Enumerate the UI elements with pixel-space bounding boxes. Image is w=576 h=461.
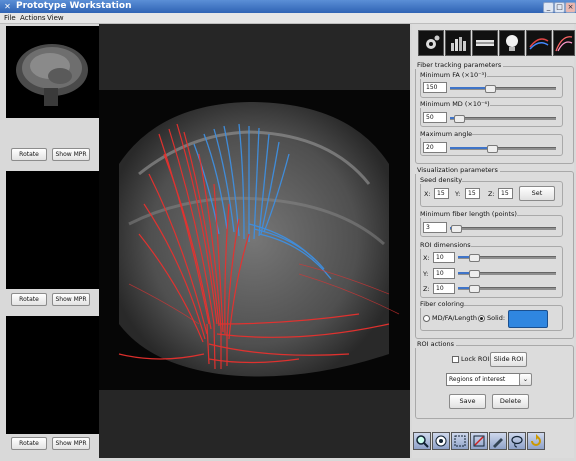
brain-fibers-icon[interactable] <box>553 30 575 56</box>
max-angle-label: Maximum angle <box>420 130 473 138</box>
delete-roi-button[interactable]: Delete <box>492 394 529 409</box>
roi-z-slider-fill <box>458 287 470 289</box>
color-md-fa-radio[interactable] <box>423 315 430 322</box>
seed-z-input[interactable]: 15 <box>498 188 513 199</box>
seed-z-label: Z: <box>488 190 495 198</box>
roi-z-input[interactable]: 10 <box>433 283 455 294</box>
set-seed-button[interactable]: Set <box>519 186 555 201</box>
rotate-button-1[interactable]: Rotate <box>11 148 47 161</box>
menu-view[interactable]: View <box>47 14 64 22</box>
max-angle-slider[interactable] <box>450 145 556 153</box>
maximize-button[interactable]: □ <box>554 2 565 13</box>
roi-z-slider-handle[interactable] <box>468 285 480 293</box>
thumbnail-view-2[interactable] <box>6 171 99 289</box>
max-angle-input[interactable]: 20 <box>423 142 447 153</box>
roi-y-input[interactable]: 10 <box>433 268 455 279</box>
slide-roi-button[interactable]: Slide ROI <box>490 352 527 367</box>
thumbnail-view-3[interactable] <box>6 316 99 434</box>
close-button[interactable]: × <box>565 2 576 13</box>
fiber-rendering <box>99 24 410 458</box>
color-md-fa-label: MD/FA/Length <box>432 314 478 322</box>
max-angle-slider-handle[interactable] <box>487 145 499 153</box>
rotate-button-3[interactable]: Rotate <box>11 437 47 450</box>
title-bar: ✕ Prototype Workstation _ □ × <box>0 0 576 13</box>
fiber-3d-viewer[interactable] <box>99 24 410 458</box>
min-md-slider-handle[interactable] <box>454 115 466 123</box>
min-fa-slider[interactable] <box>450 85 556 93</box>
roi-z-slider[interactable] <box>458 285 556 293</box>
seed-y-label: Y: <box>455 190 461 198</box>
roi-x-slider-handle[interactable] <box>468 254 480 262</box>
fiber-coloring-label: Fiber coloring <box>420 300 464 308</box>
min-fa-label: Minimum FA (×10⁻³) <box>420 71 487 79</box>
minimize-button[interactable]: _ <box>543 2 554 13</box>
delete-roi-icon[interactable] <box>470 432 488 450</box>
window-title: Prototype Workstation <box>16 1 132 11</box>
menu-bar: File Actions View <box>0 13 576 24</box>
settings-icon[interactable] <box>418 30 444 56</box>
slice-icon[interactable] <box>472 30 498 56</box>
roi-y-slider-fill <box>458 272 470 274</box>
roi-x-slider-fill <box>458 256 470 258</box>
roi-dropdown[interactable]: Regions of interest <box>446 373 520 386</box>
seed-density-label: Seed density <box>420 176 463 184</box>
roi-y-slider-handle[interactable] <box>468 270 480 278</box>
roi-y-slider[interactable] <box>458 270 556 278</box>
seed-x-input[interactable]: 15 <box>434 188 449 199</box>
view-thumbnails-panel: Rotate Show MPR Rotate Show MPR Rotate S… <box>3 24 99 458</box>
brush-icon[interactable] <box>489 432 507 450</box>
min-fiber-length-slider[interactable] <box>450 225 556 233</box>
min-fa-slider-fill <box>450 87 487 89</box>
zoom-icon[interactable] <box>413 432 431 450</box>
menu-actions[interactable]: Actions <box>20 14 46 22</box>
menu-file[interactable]: File <box>4 14 16 22</box>
min-fa-input[interactable]: 150 <box>423 82 447 93</box>
rotate-button-2[interactable]: Rotate <box>11 293 47 306</box>
app-icon: ✕ <box>4 2 11 11</box>
seed-y-input[interactable]: 15 <box>465 188 480 199</box>
min-md-label: Minimum MD (×10⁻⁶) <box>420 100 490 108</box>
min-md-slider[interactable] <box>450 115 556 123</box>
min-fiber-length-handle[interactable] <box>451 225 463 233</box>
thumbnail-view-1[interactable] <box>6 26 99 118</box>
fibers-icon[interactable] <box>526 30 552 56</box>
min-fa-slider-handle[interactable] <box>484 85 496 93</box>
min-fiber-length-label: Minimum fiber length (points) <box>420 210 517 218</box>
color-solid-radio[interactable] <box>478 315 485 322</box>
roi-x-slider[interactable] <box>458 254 556 262</box>
pan-icon[interactable] <box>432 432 450 450</box>
select-roi-icon[interactable] <box>451 432 469 450</box>
mri-thumbnail <box>6 26 99 118</box>
show-mpr-button-1[interactable]: Show MPR <box>52 148 90 161</box>
roi-dimensions-label: ROI dimensions <box>420 241 471 249</box>
lasso-icon[interactable] <box>508 432 526 450</box>
histogram-icon[interactable] <box>445 30 471 56</box>
show-mpr-button-2[interactable]: Show MPR <box>52 293 90 306</box>
visualization-title: Visualization parameters <box>415 166 500 174</box>
lock-roi-label: Lock ROI <box>461 355 490 363</box>
roi-y-label: Y: <box>423 270 429 278</box>
min-md-input[interactable]: 50 <box>423 112 447 123</box>
roi-x-input[interactable]: 10 <box>433 252 455 263</box>
roi-x-label: X: <box>423 254 430 262</box>
color-solid-label: Solid: <box>487 314 506 322</box>
show-mpr-button-3[interactable]: Show MPR <box>52 437 90 450</box>
reset-icon[interactable] <box>527 432 545 450</box>
lock-roi-checkbox[interactable] <box>452 356 459 363</box>
roi-actions-title: ROI actions <box>415 340 457 348</box>
roi-z-label: Z: <box>423 285 430 293</box>
chevron-down-icon[interactable]: ⌄ <box>519 373 532 386</box>
save-roi-button[interactable]: Save <box>449 394 486 409</box>
max-angle-slider-fill <box>450 147 489 149</box>
seed-x-label: X: <box>424 190 431 198</box>
min-fiber-length-input[interactable]: 3 <box>423 222 447 233</box>
lightbulb-icon[interactable] <box>499 30 525 56</box>
solid-color-swatch[interactable] <box>508 310 548 328</box>
fiber-tracking-title: Fiber tracking parameters <box>415 61 504 69</box>
